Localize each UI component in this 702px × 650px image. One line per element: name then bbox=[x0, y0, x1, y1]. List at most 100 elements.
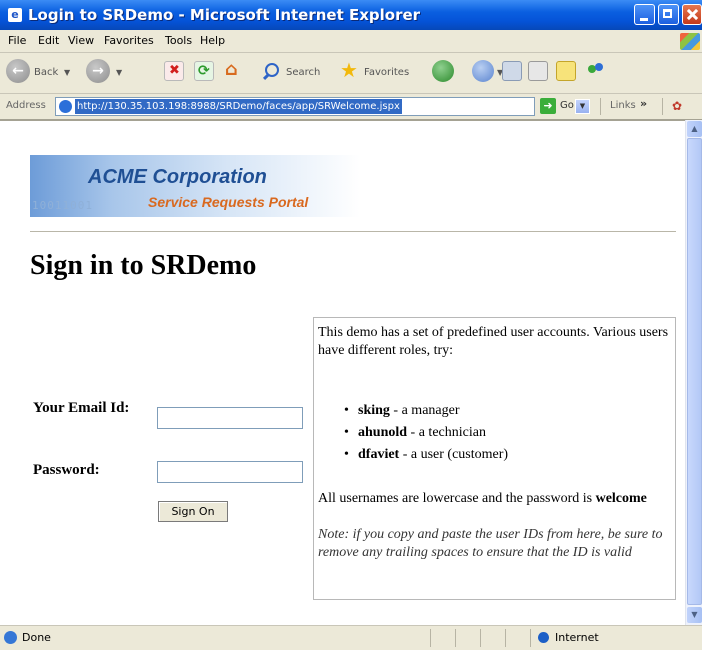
banner-subtitle: Service Requests Portal bbox=[148, 194, 309, 210]
vertical-scrollbar[interactable]: ▲ ▼ bbox=[685, 120, 702, 625]
menu-edit[interactable]: Edit bbox=[38, 34, 59, 48]
forward-dropdown-icon[interactable]: ▼ bbox=[116, 68, 122, 77]
menu-file[interactable]: File bbox=[8, 34, 26, 48]
ie-logo-icon: e bbox=[8, 8, 22, 22]
edit-button[interactable] bbox=[556, 59, 580, 87]
address-label: Address bbox=[6, 100, 46, 111]
address-input[interactable]: http://130.35.103.198:8988/SRDemo/faces/… bbox=[55, 97, 590, 116]
media-icon bbox=[432, 60, 454, 82]
standard-toolbar: ← Back ▼ → ▼ ✖ ⟳ ⌂ Search ★ Favorites ▼ bbox=[0, 53, 702, 94]
password-hint: welcome bbox=[595, 491, 647, 506]
username: ahunold bbox=[358, 425, 408, 440]
browser-window: e Login to SRDemo - Microsoft Internet E… bbox=[0, 0, 702, 650]
page-viewport: 10011001 ACME Corporation Service Reques… bbox=[0, 120, 685, 625]
stop-icon: ✖ bbox=[164, 61, 184, 81]
search-label: Search bbox=[286, 67, 321, 78]
banner: 10011001 ACME Corporation Service Reques… bbox=[30, 155, 360, 217]
back-arrow-icon: ← bbox=[6, 59, 30, 83]
username: dfaviet bbox=[358, 447, 400, 462]
user-role: - a manager bbox=[389, 403, 460, 418]
address-dropdown-icon[interactable]: ▼ bbox=[575, 99, 590, 114]
window-title: Login to SRDemo - Microsoft Internet Exp… bbox=[28, 6, 421, 24]
mail-icon bbox=[502, 61, 522, 81]
address-bar: Address http://130.35.103.198:8988/SRDem… bbox=[0, 94, 702, 120]
divider bbox=[30, 231, 676, 233]
history-icon bbox=[472, 60, 494, 82]
info-intro: This demo has a set of predefined user a… bbox=[318, 325, 669, 358]
page-done-icon bbox=[4, 631, 17, 644]
banner-title: ACME Corporation bbox=[88, 166, 267, 188]
info-box: This demo has a set of predefined user a… bbox=[313, 317, 676, 600]
go-arrow-icon[interactable]: ➜ bbox=[540, 98, 556, 114]
banner-digits: 10011001 bbox=[32, 199, 93, 212]
address-url[interactable]: http://130.35.103.198:8988/SRDemo/faces/… bbox=[75, 99, 402, 114]
email-label: Your Email Id: bbox=[33, 400, 130, 416]
translate-icon[interactable]: ✿ bbox=[672, 99, 682, 113]
search-button[interactable]: Search bbox=[262, 59, 334, 87]
stop-button[interactable]: ✖ bbox=[164, 59, 186, 87]
list-item: sking - a manager bbox=[344, 402, 508, 424]
username: sking bbox=[358, 403, 390, 418]
user-role: - a user (customer) bbox=[399, 447, 509, 462]
favorites-star-icon: ★ bbox=[340, 58, 358, 82]
scroll-up-icon[interactable]: ▲ bbox=[687, 121, 702, 137]
menu-bar: File Edit View Favorites Tools Help bbox=[0, 30, 702, 53]
messenger-icon bbox=[586, 61, 606, 81]
info-password: All usernames are lowercase and the pass… bbox=[318, 490, 670, 508]
toolbar-separator bbox=[600, 98, 601, 115]
status-pane bbox=[480, 629, 481, 647]
favorites-button[interactable]: ★ Favorites bbox=[340, 59, 426, 87]
status-bar: Done Internet bbox=[0, 625, 702, 650]
print-button[interactable] bbox=[528, 59, 552, 87]
password-field[interactable] bbox=[157, 461, 303, 483]
links-label[interactable]: Links bbox=[610, 100, 636, 112]
home-button[interactable]: ⌂ bbox=[224, 59, 248, 87]
media-button[interactable] bbox=[432, 59, 456, 87]
windows-logo-icon bbox=[680, 33, 700, 50]
refresh-icon: ⟳ bbox=[194, 61, 214, 81]
password-label: Password: bbox=[33, 462, 100, 478]
close-button[interactable] bbox=[682, 4, 702, 25]
lowercase-text: All usernames are lowercase and the pass… bbox=[318, 491, 596, 506]
back-dropdown-icon[interactable]: ▼ bbox=[64, 68, 70, 77]
list-item: ahunold - a technician bbox=[344, 424, 508, 446]
scroll-thumb[interactable] bbox=[687, 138, 702, 605]
links-chevron[interactable]: » bbox=[640, 97, 647, 111]
page-heading: Sign in to SRDemo bbox=[30, 250, 257, 281]
menu-view[interactable]: View bbox=[68, 34, 94, 48]
status-pane bbox=[430, 629, 431, 647]
edit-icon bbox=[556, 61, 576, 81]
status-text: Done bbox=[22, 631, 51, 644]
user-role: - a technician bbox=[407, 425, 486, 440]
list-item: dfaviet - a user (customer) bbox=[344, 446, 508, 468]
print-icon bbox=[528, 61, 548, 81]
home-icon: ⌂ bbox=[225, 59, 238, 80]
internet-globe-icon bbox=[538, 632, 549, 643]
email-field[interactable] bbox=[157, 407, 303, 429]
info-note: Note: if you copy and paste the user IDs… bbox=[318, 527, 663, 560]
forward-button[interactable]: → ▼ bbox=[86, 59, 136, 87]
title-bar[interactable]: e Login to SRDemo - Microsoft Internet E… bbox=[0, 0, 702, 30]
go-button[interactable]: Go bbox=[560, 100, 574, 112]
messenger-button[interactable] bbox=[586, 59, 610, 87]
menu-favorites[interactable]: Favorites bbox=[104, 34, 154, 48]
refresh-button[interactable]: ⟳ bbox=[194, 59, 216, 87]
status-pane bbox=[505, 629, 506, 647]
minimize-button[interactable] bbox=[634, 4, 655, 25]
favorites-label: Favorites bbox=[364, 67, 410, 78]
user-list: sking - a manager ahunold - a technician… bbox=[344, 402, 508, 468]
mail-button[interactable] bbox=[498, 59, 522, 87]
page-icon bbox=[59, 100, 72, 113]
forward-arrow-icon: → bbox=[86, 59, 110, 83]
menu-tools[interactable]: Tools bbox=[165, 34, 192, 48]
scroll-down-icon[interactable]: ▼ bbox=[687, 607, 702, 623]
menu-help[interactable]: Help bbox=[200, 34, 225, 48]
search-icon bbox=[262, 61, 282, 81]
toolbar-separator bbox=[662, 98, 663, 115]
back-button[interactable]: ← Back ▼ bbox=[6, 59, 76, 87]
maximize-button[interactable] bbox=[658, 4, 679, 25]
back-label: Back bbox=[34, 67, 59, 78]
status-pane bbox=[530, 629, 531, 647]
zone-text: Internet bbox=[555, 631, 599, 644]
sign-on-button[interactable]: Sign On bbox=[158, 501, 228, 522]
